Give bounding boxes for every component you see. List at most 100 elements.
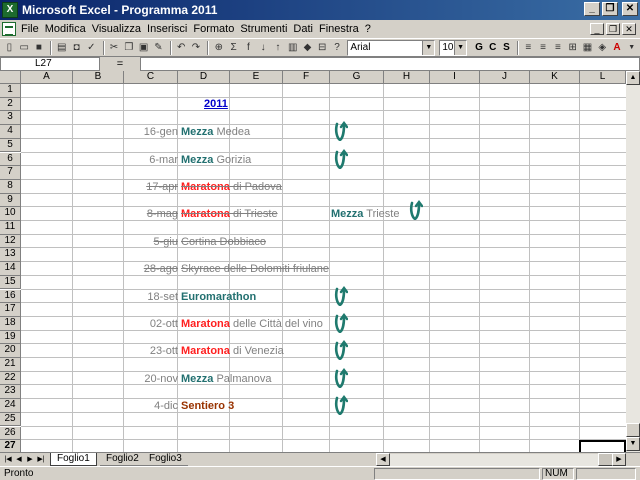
font-name-select[interactable]: Arial ▼: [347, 39, 436, 56]
format-painter-icon[interactable]: ✎: [152, 41, 165, 55]
row-header-18[interactable]: 18: [0, 316, 21, 331]
new-file-icon[interactable]: ▯: [3, 41, 16, 55]
column-header-l[interactable]: L: [580, 71, 626, 84]
next-sheet-icon[interactable]: ▶: [25, 454, 35, 466]
event-date[interactable]: 5-giu: [120, 236, 178, 249]
function-icon[interactable]: f: [242, 41, 255, 55]
close-button[interactable]: ✕: [622, 2, 638, 16]
doc-close-button[interactable]: ✕: [622, 23, 636, 35]
select-all-corner[interactable]: [0, 71, 21, 84]
scroll-right-icon[interactable]: ▶: [612, 453, 626, 466]
row-header-10[interactable]: 10: [0, 207, 21, 221]
event-date[interactable]: 6-mar: [120, 154, 178, 167]
row-header-19[interactable]: 19: [0, 330, 21, 345]
row-header-7[interactable]: 7: [0, 166, 21, 180]
prev-sheet-icon[interactable]: ◀: [14, 454, 24, 466]
column-header-j[interactable]: J: [480, 71, 530, 84]
last-sheet-icon[interactable]: ▶|: [36, 454, 46, 466]
tab-foglio3[interactable]: Foglio3: [143, 453, 188, 466]
event-name[interactable]: Maratona di Padova: [181, 181, 282, 194]
cut-icon[interactable]: ✂: [108, 41, 121, 55]
chart-icon[interactable]: ▥: [286, 41, 299, 55]
bold-button[interactable]: G: [473, 41, 486, 55]
minimize-button[interactable]: _: [584, 2, 600, 16]
sort-desc-icon[interactable]: ↑: [272, 41, 285, 55]
event-date[interactable]: 28-ago: [120, 263, 178, 276]
row-header-11[interactable]: 11: [0, 221, 21, 235]
borders-icon[interactable]: ▦: [581, 41, 594, 55]
row-header-23[interactable]: 23: [0, 385, 21, 400]
save-icon[interactable]: ■: [33, 41, 46, 55]
scroll-down-icon[interactable]: ▼: [626, 437, 640, 451]
restore-button[interactable]: ❐: [602, 2, 618, 16]
event-name[interactable]: Mezza Gorizia: [181, 154, 251, 167]
name-box[interactable]: L27: [0, 57, 100, 71]
undo-icon[interactable]: ↶: [175, 41, 188, 55]
document-icon[interactable]: [2, 22, 16, 36]
scroll-thumb[interactable]: [626, 423, 640, 437]
column-header-g[interactable]: G: [330, 71, 384, 84]
menu-strumenti[interactable]: Strumenti: [237, 23, 290, 35]
row-header-6[interactable]: 6: [0, 152, 21, 167]
event-name[interactable]: Skyrace delle Dolomiti friulane: [181, 263, 329, 276]
event-date[interactable]: 17-apr: [120, 181, 178, 194]
row-header-24[interactable]: 24: [0, 399, 21, 413]
row-header-12[interactable]: 12: [0, 234, 21, 249]
align-center-icon[interactable]: ≡: [537, 41, 550, 55]
autosum-icon[interactable]: Σ: [227, 41, 240, 55]
menu-finestra[interactable]: Finestra: [316, 23, 362, 35]
row-header-20[interactable]: 20: [0, 344, 21, 358]
excel-app-icon[interactable]: X: [2, 2, 18, 18]
chevron-down-icon[interactable]: ▼: [422, 40, 435, 55]
font-size-select[interactable]: 10 ▼: [439, 39, 468, 56]
spellcheck-icon[interactable]: ✓: [85, 41, 98, 55]
drawing-icon[interactable]: ◆: [301, 41, 314, 55]
menu-modifica[interactable]: Modifica: [42, 23, 89, 35]
row-header-21[interactable]: 21: [0, 358, 21, 372]
event-name[interactable]: Mezza Medea: [181, 126, 250, 139]
column-header-h[interactable]: H: [384, 71, 430, 84]
column-header-e[interactable]: E: [230, 71, 283, 84]
tab-foglio1[interactable]: Foglio1: [50, 453, 97, 466]
hyperlink-icon[interactable]: ⊕: [212, 41, 225, 55]
column-header-d[interactable]: D: [178, 71, 230, 84]
row-header-3[interactable]: 3: [0, 111, 21, 126]
align-left-icon[interactable]: ≡: [522, 41, 535, 55]
event-name[interactable]: Maratona delle Città del vino: [181, 318, 323, 331]
help-icon[interactable]: ?: [331, 41, 344, 55]
menu-help[interactable]: ?: [362, 23, 374, 35]
row-header-8[interactable]: 8: [0, 179, 21, 194]
event-name[interactable]: Maratona di Trieste: [181, 208, 278, 221]
formula-input[interactable]: [140, 57, 640, 71]
event-name[interactable]: Cortina Dobbiaco: [181, 236, 266, 249]
column-header-c[interactable]: C: [124, 71, 178, 84]
event-date[interactable]: 20-nov: [120, 373, 178, 386]
event-name[interactable]: Euromarathon: [181, 291, 256, 304]
column-header-f[interactable]: F: [283, 71, 330, 84]
row-header-15[interactable]: 15: [0, 275, 21, 290]
scroll-up-icon[interactable]: ▲: [626, 71, 640, 85]
doc-restore-button[interactable]: ❐: [606, 23, 620, 35]
row-header-25[interactable]: 25: [0, 412, 21, 427]
open-folder-icon[interactable]: ▭: [18, 41, 31, 55]
menu-file[interactable]: File: [18, 23, 42, 35]
underline-button[interactable]: S: [500, 41, 513, 55]
print-preview-icon[interactable]: ◘: [70, 41, 83, 55]
event-date[interactable]: 16-gen: [120, 126, 178, 139]
copy-icon[interactable]: ❐: [122, 41, 135, 55]
row-header-2[interactable]: 2: [0, 97, 21, 112]
fill-color-icon[interactable]: ◈: [596, 41, 609, 55]
sort-asc-icon[interactable]: ↓: [257, 41, 270, 55]
chevron-down-icon[interactable]: ▼: [625, 41, 638, 55]
font-color-icon[interactable]: A: [611, 41, 624, 55]
menu-formato[interactable]: Formato: [190, 23, 237, 35]
event-date[interactable]: 23-ott: [120, 345, 178, 358]
doc-minimize-button[interactable]: _: [590, 23, 604, 35]
row-header-5[interactable]: 5: [0, 138, 21, 153]
first-sheet-icon[interactable]: |◀: [3, 454, 13, 466]
row-header-1[interactable]: 1: [0, 84, 21, 98]
row-header-22[interactable]: 22: [0, 371, 21, 386]
column-header-k[interactable]: K: [530, 71, 580, 84]
active-cell-box[interactable]: [579, 440, 626, 452]
event-name[interactable]: Sentiero 3: [181, 400, 234, 413]
